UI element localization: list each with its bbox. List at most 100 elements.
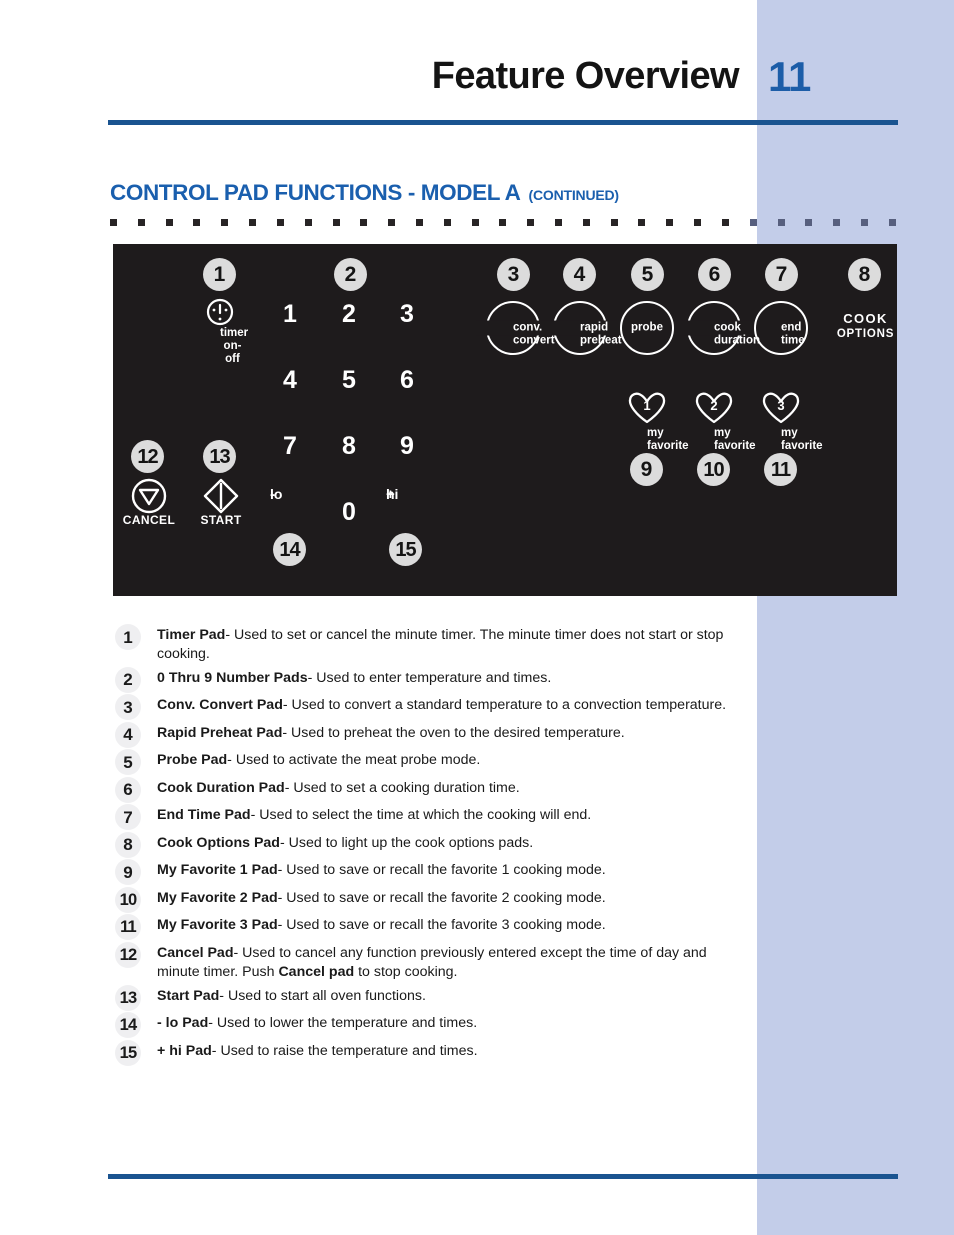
list-item-description: - Used to save or recall the favorite 3 …	[277, 917, 606, 934]
list-item-term: Cook Options Pad	[157, 834, 280, 851]
my-favorite-3-number: 3	[777, 398, 785, 413]
list-item-number: 9	[113, 859, 157, 886]
list-item-description: - Used to save or recall the favorite 2 …	[277, 889, 606, 906]
lo-key-label: lo	[270, 486, 283, 502]
end-time-line2: time	[781, 334, 805, 347]
number-key-8: 8	[342, 432, 356, 460]
list-item-text: Timer Pad- Used to set or cancel the min…	[157, 626, 753, 663]
page-title: Feature Overview	[431, 55, 740, 97]
timer-label-line2: on-off	[223, 339, 242, 365]
my-favorite-2-number: 2	[710, 398, 718, 413]
control-panel-illustration: 1 timer on-off 2 1 2 3 4 5 6 7 8 9 - lo …	[113, 244, 897, 596]
cancel-icon	[129, 476, 169, 516]
divider-square	[360, 218, 368, 226]
list-item-description: - Used to preheat the oven to the desire…	[282, 724, 625, 741]
list-item: 3 Conv. Convert Pad- Used to convert a st…	[113, 694, 753, 721]
divider-square	[193, 218, 201, 226]
list-item-number-badge: 11	[115, 914, 141, 941]
divider-square	[499, 218, 507, 226]
fav2-line1: my	[714, 427, 731, 439]
number-key-9: 9	[400, 432, 414, 460]
list-item-number-badge: 15	[115, 1039, 141, 1066]
end-time-line1: end	[781, 321, 802, 334]
list-item-text: Probe Pad- Used to activate the meat pro…	[157, 751, 753, 773]
list-item-term: My Favorite 2 Pad	[157, 889, 278, 906]
my-favorite-3-heart-icon: 3	[761, 391, 801, 425]
list-item-term-secondary: Cancel pad	[278, 963, 355, 980]
list-item-term: Cook Duration Pad	[157, 779, 285, 796]
page-side-band	[757, 0, 954, 1235]
timer-on-off-icon	[200, 298, 240, 326]
section-heading-main: CONTROL PAD FUNCTIONS - MODEL A	[110, 180, 521, 205]
list-item-number-badge: 3	[115, 694, 141, 721]
number-key-3: 3	[400, 300, 414, 328]
list-item-text: Rapid Preheat Pad- Used to preheat the o…	[157, 724, 753, 746]
my-favorite-1-heart-icon: 1	[627, 391, 667, 425]
cook-duration-key: cook duration	[677, 301, 760, 355]
list-item-number-badge: 14	[115, 1012, 141, 1039]
list-item-number-badge: 13	[115, 984, 141, 1011]
list-item: 1 Timer Pad- Used to set or cancel the mi…	[113, 624, 753, 663]
list-item: 11 My Favorite 3 Pad- Used to save or rec…	[113, 914, 753, 941]
number-key-6: 6	[400, 366, 414, 394]
number-key-7: 7	[283, 432, 297, 460]
fav3-line2: favorite	[781, 439, 823, 452]
callout-2: 2	[334, 258, 367, 291]
list-item-number-badge: 5	[115, 749, 141, 776]
list-item-number-badge: 2	[115, 666, 141, 693]
fav3-line1: my	[781, 427, 798, 439]
list-item: 8 Cook Options Pad- Used to light up the …	[113, 831, 753, 858]
callout-1: 1	[203, 258, 236, 291]
divider-square	[165, 218, 173, 226]
list-item: 5 Probe Pad- Used to activate the meat pr…	[113, 749, 753, 776]
start-icon	[201, 476, 241, 516]
list-item-term: Timer Pad	[157, 627, 226, 643]
divider-square	[332, 218, 340, 226]
list-item-number-badge: 6	[115, 776, 141, 803]
list-item-text: My Favorite 2 Pad- Used to save or recal…	[157, 889, 753, 911]
list-item-number: 14	[113, 1012, 157, 1039]
list-item-description: - Used to set or cancel the minute timer…	[157, 627, 724, 662]
list-item-number: 1	[113, 624, 157, 650]
divider-square	[638, 218, 646, 226]
callout-6: 6	[698, 258, 731, 291]
my-favorite-2-heart-icon: 2	[694, 391, 734, 425]
cook-duration-label: cook duration	[677, 320, 760, 346]
section-heading-continued: (CONTINUED)	[528, 187, 620, 203]
list-item-description: - Used to activate the meat probe mode.	[227, 752, 481, 769]
divider-square	[860, 218, 868, 226]
list-item-text: Cancel Pad- Used to cancel any function …	[157, 944, 753, 981]
divider-square	[415, 218, 423, 226]
list-item-term: - lo Pad	[157, 1015, 209, 1032]
list-item: 4 Rapid Preheat Pad- Used to preheat the …	[113, 721, 753, 748]
list-item-number: 15	[113, 1039, 157, 1066]
callout-10: 10	[697, 453, 730, 486]
list-item-text: - lo Pad- Used to lower the temperature …	[157, 1014, 753, 1036]
divider-square	[110, 218, 117, 226]
list-item-text: End Time Pad- Used to select the time at…	[157, 806, 753, 828]
divider-square	[888, 218, 896, 226]
section-heading: CONTROL PAD FUNCTIONS - MODEL A (CONTINUE…	[110, 180, 619, 206]
list-item-term: Rapid Preheat Pad	[157, 724, 283, 741]
callout-3: 3	[497, 258, 530, 291]
divider-square	[555, 218, 562, 226]
list-item-term: My Favorite 1 Pad	[157, 862, 278, 879]
list-item-description: - Used to raise the temperature and time…	[211, 1042, 478, 1059]
list-item-description: - Used to light up the cook options pads…	[279, 834, 534, 851]
end-time-key: end time	[754, 301, 808, 355]
divider-square	[777, 218, 785, 226]
list-item: 13 Start Pad- Used to start all oven func…	[113, 984, 753, 1011]
divider-square	[276, 218, 284, 226]
list-item-description: - Used to convert a standard temperature…	[282, 697, 727, 714]
list-item-text: Cook Duration Pad- Used to set a cooking…	[157, 779, 753, 801]
list-item-number: 13	[113, 984, 157, 1011]
list-item-term: My Favorite 3 Pad	[157, 917, 278, 934]
list-item-description: - Used to enter temperature and times.	[307, 669, 552, 686]
list-item: 12 Cancel Pad- Used to cancel any functio…	[113, 941, 753, 981]
my-favorite-1-number: 1	[643, 398, 651, 413]
number-key-4: 4	[283, 366, 297, 394]
timer-on-off-label: timer on-off	[195, 327, 248, 365]
cook-options-line1: COOK	[843, 311, 888, 326]
divider-square	[304, 218, 312, 226]
callout-5: 5	[631, 258, 664, 291]
